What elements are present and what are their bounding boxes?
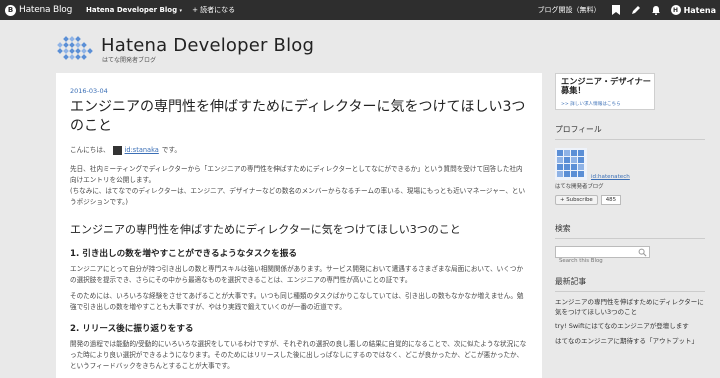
hatena-b-icon: B (5, 4, 16, 16)
profile-name: はてな開発者ブログ (555, 184, 604, 190)
hatena-label: Hatena (683, 5, 716, 15)
article-container: 2016-03-04 エンジニアの専門性を伸ばすためにディレクターに気をつけてほ… (56, 73, 542, 378)
greeting-suffix: です。 (161, 146, 181, 154)
sidebar: エンジニア・デザイナー募集！ >> 詳しい求人情報はこちら プロフィール id:… (555, 73, 715, 351)
recruit-banner-link[interactable]: >> 詳しい求人情報はこちら (561, 101, 621, 107)
subscribe-button[interactable]: + Subscribe (555, 195, 598, 205)
recent-entry-link[interactable]: はてなのエンジニアに期待する「アウトプット」 (555, 337, 705, 347)
recruit-banner[interactable]: エンジニア・デザイナー募集！ >> 詳しい求人情報はこちら (555, 73, 655, 110)
recent-entry-link[interactable]: try! Swiftにはてなのエンジニアが登壇します (555, 322, 705, 332)
recent-entry-link[interactable]: エンジニアの専門性を伸ばすためにディレクターに気をつけてほしい3つのこと (555, 298, 705, 317)
blog-header: Hatena Developer Blog はてな開発者ブログ (55, 34, 375, 66)
profile-icon[interactable] (555, 148, 587, 180)
hatena-blog-logo[interactable]: B Hatena Blog (0, 4, 80, 16)
hatena-account-menu[interactable]: H Hatena (670, 5, 716, 15)
start-blog-link[interactable]: ブログ開設（無料） (538, 5, 601, 15)
top-navigation-bar: B Hatena Blog Hatena Developer Blog ▾ + … (0, 0, 720, 20)
chevron-down-icon: ▾ (179, 8, 183, 14)
profile-module-title: プロフィール (555, 124, 705, 140)
intro-paragraph: 先日、社内ミーティングでディレクターから「エンジニアの専門性を伸ばすためにディレ… (70, 165, 523, 184)
search-box (555, 246, 650, 266)
edit-pencil-icon[interactable] (631, 5, 642, 16)
subscriber-count: 485 (600, 195, 622, 205)
point1-heading: 1. 引き出しの数を増やすことができるようなタスクを振る (70, 249, 297, 259)
recent-entries-list: エンジニアの専門性を伸ばすためにディレクターに気をつけてほしい3つのこと try… (555, 298, 715, 346)
author-id-link[interactable]: id:stanaka (125, 145, 159, 156)
greeting-prefix: こんにちは、 (70, 146, 110, 154)
bookmark-icon[interactable] (611, 5, 622, 16)
profile-id-link[interactable]: id:hatenatech (591, 174, 630, 180)
section-heading: エンジニアの専門性を伸ばすためにディレクターに気をつけてほしい3つのこと (70, 223, 461, 236)
point2-heading: 2. リリース後に振り返りをする (70, 324, 194, 334)
bell-icon[interactable] (651, 5, 662, 16)
recent-module-title: 最新記事 (555, 276, 705, 292)
blog-menu-label: Hatena Developer Blog (86, 6, 178, 14)
search-input[interactable] (556, 256, 636, 266)
point1-paragraph-2: そのためには、いろいろな経験をさせてあげることが大事です。いつも同じ種類のタスク… (70, 292, 524, 311)
subscribe-reader-button[interactable]: + 読者になる (192, 5, 235, 15)
blog-logo-icon[interactable] (55, 36, 97, 62)
intro-note-paragraph: (ちなみに、はてなでのディレクターは、エンジニア、デザイナーなどの数名のメンバー… (70, 187, 526, 206)
subscribe-widget: + Subscribe 485 (555, 195, 715, 205)
profile-block: id:hatenatech (555, 148, 715, 180)
blog-menu-dropdown[interactable]: Hatena Developer Blog ▾ (86, 6, 182, 14)
blog-subtitle: はてな開発者ブログ (102, 57, 157, 64)
search-icon[interactable] (638, 248, 647, 257)
hatena-blog-logo-text: Hatena Blog (19, 5, 73, 15)
user-avatar-icon[interactable] (112, 146, 122, 155)
recruit-banner-title: エンジニア・デザイナー募集！ (561, 76, 651, 95)
point2-paragraph-1: 開発の過程では能動的/受動的にいろいろな選択をしているわけですが、それぞれの選択… (70, 340, 527, 370)
search-module-title: 検索 (555, 223, 705, 239)
greeting-line: こんにちは、 id:stanaka です。 (70, 145, 528, 156)
article-date[interactable]: 2016-03-04 (70, 87, 528, 95)
topbar-right-group: ブログ開設（無料） H Hatena (538, 0, 716, 20)
point1-paragraph-1: エンジニアにとって自分が持つ引き出しの数と専門スキルは強い相関関係があります。サ… (70, 265, 524, 284)
hatena-h-icon: H (670, 5, 681, 15)
blog-title[interactable]: Hatena Developer Blog (101, 35, 314, 56)
article-title[interactable]: エンジニアの専門性を伸ばすためにディレクターに気をつけてほしい3つのこと (70, 98, 528, 136)
